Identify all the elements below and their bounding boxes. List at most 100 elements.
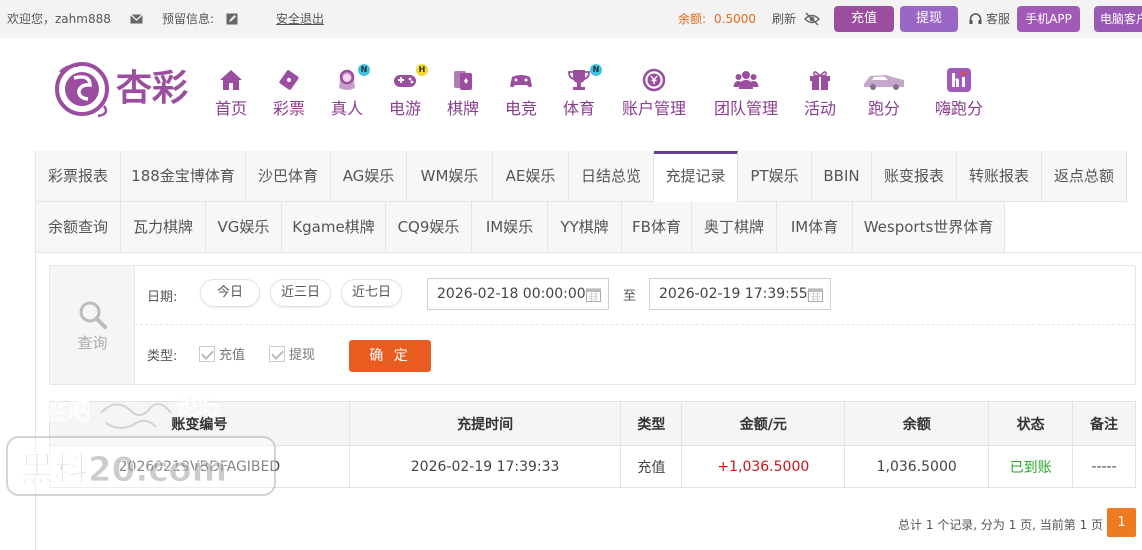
cell-remark: ----- bbox=[1072, 445, 1136, 488]
refresh-link[interactable]: 刷新 bbox=[772, 0, 796, 38]
notice-label: 预留信息: bbox=[162, 12, 215, 26]
tab-deposit-withdraw-records[interactable]: 充提记录 bbox=[654, 151, 738, 202]
type-recharge-label: 充值 bbox=[219, 348, 246, 363]
start-date-input[interactable]: 2026-02-18 00:00:00 bbox=[427, 278, 609, 310]
checkbox-check-icon bbox=[199, 346, 215, 362]
type-row: 类型: 充值 提现 确 定 bbox=[135, 325, 1135, 384]
tab-im-sports[interactable]: IM体育 bbox=[777, 202, 853, 253]
logout-link[interactable]: 安全退出 bbox=[276, 0, 324, 38]
brand-logo[interactable]: 杏彩 bbox=[52, 58, 202, 120]
nav-promotions[interactable]: 活动 bbox=[803, 68, 837, 119]
yen-coin-icon bbox=[642, 68, 666, 92]
nav-label: 跑分 bbox=[867, 99, 900, 118]
pc-client-button[interactable]: 电脑客户 bbox=[1094, 6, 1142, 32]
tab-vg[interactable]: VG娱乐 bbox=[206, 202, 282, 253]
nav-live[interactable]: N 真人 bbox=[329, 64, 370, 119]
confirm-button[interactable]: 确 定 bbox=[349, 340, 431, 372]
quick-range-today[interactable]: 今日 bbox=[200, 279, 260, 307]
nav-label: 真人 bbox=[330, 99, 363, 118]
tab-bbin[interactable]: BBIN bbox=[812, 151, 872, 202]
type-withdraw-checkbox[interactable]: 提现 bbox=[269, 344, 315, 363]
cell-amount: +1,036.5000 bbox=[681, 445, 846, 488]
pager-summary: 总计 1 个记录, 分为 1 页, 当前第 1 页 bbox=[898, 518, 1104, 532]
nav-sports[interactable]: N 体育 bbox=[562, 64, 602, 119]
tab-wali-chess[interactable]: 瓦力棋牌 bbox=[121, 202, 206, 253]
tab-lottery-report[interactable]: 彩票报表 bbox=[36, 151, 121, 202]
quick-range-3-days[interactable]: 近三日 bbox=[270, 279, 331, 307]
mobile-app-button[interactable]: 手机APP bbox=[1017, 6, 1080, 32]
tab-balance-change-report[interactable]: 账变报表 bbox=[872, 151, 957, 202]
tab-saba-sports[interactable]: 沙巴体育 bbox=[246, 151, 331, 202]
date-label: 日期: bbox=[147, 290, 178, 305]
calendar-icon[interactable] bbox=[808, 287, 823, 302]
recharge-button[interactable]: 充值 bbox=[834, 6, 894, 32]
col-remark: 备注 bbox=[1072, 401, 1136, 446]
home-icon bbox=[220, 70, 242, 90]
customer-service-link[interactable]: 客服 bbox=[986, 0, 1010, 38]
page-1-button[interactable]: 1 bbox=[1107, 508, 1136, 537]
nav-running-points[interactable]: 跑分 bbox=[862, 68, 906, 119]
tab-balance-query[interactable]: 余额查询 bbox=[36, 202, 121, 253]
team-icon bbox=[733, 71, 759, 89]
new-badge: N bbox=[590, 64, 602, 76]
date-row: 日期: 今日 近三日 近七日 2026-02-18 00:00:00 至 202… bbox=[135, 266, 1135, 325]
nav-slots[interactable]: H 电游 bbox=[388, 64, 428, 119]
end-date-input[interactable]: 2026-02-19 17:39:55 bbox=[649, 278, 831, 310]
watermark-text-2: 论坛 bbox=[176, 395, 220, 421]
nav-chess[interactable]: 棋牌 bbox=[446, 68, 480, 119]
tab-fb-sports[interactable]: FB体育 bbox=[622, 202, 692, 253]
nav-label: 活动 bbox=[803, 99, 836, 118]
nav-team[interactable]: 团队管理 bbox=[712, 68, 780, 119]
race-car-icon bbox=[864, 75, 904, 90]
tab-wesports[interactable]: Wesports世界体育 bbox=[853, 202, 1005, 253]
top-bar: 欢迎您，zahm888 预留信息: 安全退出 余额: 0.5000 刷新 充值 … bbox=[0, 0, 1142, 38]
tab-im-entertainment[interactable]: IM娱乐 bbox=[472, 202, 548, 253]
col-balance: 余额 bbox=[844, 401, 990, 446]
watermark-text-1: 杏吧 bbox=[46, 400, 90, 425]
tab-kgame-chess[interactable]: Kgame棋牌 bbox=[282, 202, 386, 253]
tab-pt[interactable]: PT娱乐 bbox=[738, 151, 812, 202]
tab-188-sports[interactable]: 188金宝博体育 bbox=[121, 151, 246, 202]
col-type: 类型 bbox=[620, 401, 683, 446]
mail-icon[interactable] bbox=[130, 12, 143, 26]
live-dealer-icon bbox=[339, 69, 355, 90]
cell-time: 2026-02-19 17:39:33 bbox=[348, 445, 622, 488]
tab-ag[interactable]: AG娱乐 bbox=[331, 151, 407, 202]
cell-status: 已到账 bbox=[988, 445, 1074, 488]
tab-rebate-total[interactable]: 返点总额 bbox=[1042, 151, 1127, 202]
esports-controller-icon bbox=[510, 75, 532, 88]
balance-label: 余额: bbox=[678, 12, 707, 26]
nav-label: 彩票 bbox=[272, 99, 305, 118]
nav-home[interactable]: 首页 bbox=[214, 68, 248, 119]
report-tabs: 彩票报表 188金宝博体育 沙巴体育 AG娱乐 WM娱乐 AE娱乐 日结总览 充… bbox=[36, 151, 1142, 253]
tab-cq9[interactable]: CQ9娱乐 bbox=[386, 202, 472, 253]
tab-daily-summary[interactable]: 日结总览 bbox=[569, 151, 654, 202]
tab-wm[interactable]: WM娱乐 bbox=[407, 151, 493, 202]
withdraw-button[interactable]: 提现 bbox=[900, 6, 958, 32]
site-header: 杏彩 首页 彩票 N 真人 H 电游 棋牌 电竞 N 体育 账户管理 团队管理 … bbox=[0, 38, 1142, 130]
tab-yy-chess[interactable]: YY棋牌 bbox=[548, 202, 622, 253]
tab-odin-chess[interactable]: 奥丁棋牌 bbox=[692, 202, 777, 253]
nav-hi-running-points[interactable]: 嗨跑分 bbox=[934, 68, 984, 119]
type-recharge-checkbox[interactable]: 充值 bbox=[199, 344, 245, 363]
quick-range-7-days[interactable]: 近七日 bbox=[341, 279, 402, 307]
start-date-value: 2026-02-18 00:00:00 bbox=[437, 286, 586, 302]
calendar-icon[interactable] bbox=[586, 287, 601, 302]
edit-icon[interactable] bbox=[226, 12, 238, 26]
gamepad-icon bbox=[394, 75, 416, 87]
nav-label: 嗨跑分 bbox=[934, 99, 983, 118]
nav-label: 团队管理 bbox=[713, 99, 778, 118]
nav-lottery[interactable]: 彩票 bbox=[271, 68, 307, 119]
nav-account[interactable]: 账户管理 bbox=[620, 68, 688, 119]
nav-label: 体育 bbox=[562, 99, 595, 118]
tab-transfer-report[interactable]: 转账报表 bbox=[957, 151, 1042, 202]
headset-icon bbox=[969, 13, 982, 24]
nav-esports[interactable]: 电竞 bbox=[503, 68, 539, 119]
tabs-divider bbox=[36, 252, 1142, 253]
type-withdraw-label: 提现 bbox=[289, 348, 316, 363]
tab-ae[interactable]: AE娱乐 bbox=[493, 151, 569, 202]
cell-type: 充值 bbox=[620, 445, 683, 488]
balance-value: 0.5000 bbox=[714, 12, 756, 26]
trophy-icon bbox=[568, 70, 590, 90]
eye-slash-icon[interactable] bbox=[804, 12, 820, 26]
